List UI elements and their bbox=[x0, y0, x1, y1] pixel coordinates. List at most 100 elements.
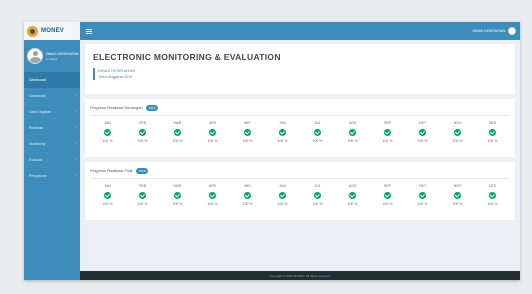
sidebar-item[interactable]: Dashboard ‹ bbox=[24, 88, 80, 104]
panel-badge[interactable]: 2019 bbox=[145, 104, 159, 111]
progress-value: 100 % bbox=[137, 202, 148, 206]
progress-value: 100 % bbox=[137, 139, 148, 143]
month-cell: FEB 100 % bbox=[125, 121, 160, 143]
progress-value: 100 % bbox=[277, 202, 288, 206]
check-circle-icon bbox=[314, 129, 321, 136]
progress-value: 100 % bbox=[347, 202, 358, 206]
check-circle-icon bbox=[279, 129, 286, 136]
check-circle-icon bbox=[209, 192, 216, 199]
check-circle-icon bbox=[349, 192, 356, 199]
project-name[interactable]: DINAS KESEHATAN bbox=[98, 68, 135, 73]
check-circle-icon bbox=[489, 129, 496, 136]
month-cell: NOV 100 % bbox=[440, 184, 475, 206]
sidebar-item-label: Dashboard bbox=[29, 94, 47, 98]
month-label: FEB bbox=[139, 184, 146, 188]
check-circle-icon bbox=[244, 192, 251, 199]
panel-title: Progress Realisasi Fisik bbox=[90, 168, 133, 173]
sidebar-item[interactable]: Pengaturan ‹ bbox=[24, 168, 80, 184]
sidebar-item-label: Monitoring bbox=[29, 142, 46, 146]
sidebar-item[interactable]: Realisasi ‹ bbox=[24, 120, 80, 136]
sidebar-item[interactable]: Data Kegiatan ‹ bbox=[24, 104, 80, 120]
check-circle-icon bbox=[209, 129, 216, 136]
progress-value: 100 % bbox=[242, 139, 253, 143]
main-content: ELECTRONIC MONITORING & EVALUATION DINAS… bbox=[80, 40, 520, 271]
footer: Copyright © 2019 MONEV. All rights reser… bbox=[80, 271, 520, 280]
chevron-left-icon: ‹ bbox=[74, 110, 76, 114]
page-title: ELECTRONIC MONITORING & EVALUATION bbox=[93, 52, 281, 62]
month-cell: JAN 100 % bbox=[90, 184, 125, 206]
month-cell: MEI 100 % bbox=[230, 184, 265, 206]
month-label: APR bbox=[208, 121, 217, 125]
progress-value: 100 % bbox=[102, 202, 113, 206]
chevron-left-icon: ‹ bbox=[74, 126, 76, 130]
check-circle-icon bbox=[454, 192, 461, 199]
user-panel: DINAS KESEHATAN ● Online bbox=[24, 40, 80, 72]
progress-value: 100 % bbox=[207, 139, 218, 143]
progress-value: 100 % bbox=[172, 202, 183, 206]
sidebar-item[interactable]: Evaluasi ‹ bbox=[24, 152, 80, 168]
month-label: JUN bbox=[279, 184, 286, 188]
check-circle-icon bbox=[139, 192, 146, 199]
month-cell: NOV 100 % bbox=[440, 121, 475, 143]
progress-value: 100 % bbox=[277, 139, 288, 143]
progress-value: 100 % bbox=[172, 139, 183, 143]
sidebar-item-label: Evaluasi bbox=[29, 158, 43, 162]
month-label: OKT bbox=[418, 121, 427, 125]
check-circle-icon bbox=[419, 192, 426, 199]
month-cell: DES 100 % bbox=[475, 121, 510, 143]
progress-value: 100 % bbox=[382, 139, 393, 143]
progress-value: 100 % bbox=[312, 139, 323, 143]
sidebar-item-label: Pengaturan bbox=[29, 174, 48, 178]
month-cell: JUN 100 % bbox=[265, 121, 300, 143]
month-label: JUL bbox=[314, 121, 321, 125]
progress-value: 100 % bbox=[242, 202, 253, 206]
topbar-user-name: DINAS KESEHATAN bbox=[472, 29, 505, 33]
check-circle-icon bbox=[384, 192, 391, 199]
sidebar-item[interactable]: Monitoring ‹ bbox=[24, 136, 80, 152]
check-circle-icon bbox=[104, 129, 111, 136]
month-cell: OKT 100 % bbox=[405, 184, 440, 206]
progress-value: 100 % bbox=[312, 202, 323, 206]
check-circle-icon bbox=[454, 129, 461, 136]
month-cell: FEB 100 % bbox=[125, 184, 160, 206]
check-circle-icon bbox=[384, 129, 391, 136]
check-circle-icon bbox=[279, 192, 286, 199]
check-circle-icon bbox=[419, 129, 426, 136]
sidebar-item[interactable]: Dashboard bbox=[24, 72, 80, 88]
month-cell: OKT 100 % bbox=[405, 121, 440, 143]
check-circle-icon bbox=[174, 192, 181, 199]
brand-logo[interactable]: MONEV bbox=[24, 22, 80, 40]
month-label: JAN bbox=[104, 121, 111, 125]
chevron-left-icon: ‹ bbox=[74, 94, 76, 98]
progress-value: 100 % bbox=[102, 139, 113, 143]
chevron-left-icon: ‹ bbox=[74, 174, 76, 178]
month-cell: AGS 100 % bbox=[335, 184, 370, 206]
progress-panel: Progress Realisasi Keuangan 2019 JAN 100 … bbox=[85, 99, 515, 157]
app-window: MONEV DINAS KESEHATAN ● Online Dashboard… bbox=[24, 22, 520, 280]
month-cell: MAR 100 % bbox=[160, 121, 195, 143]
menu-toggle-icon[interactable] bbox=[86, 28, 92, 34]
progress-value: 100 % bbox=[382, 202, 393, 206]
page-header: ELECTRONIC MONITORING & EVALUATION DINAS… bbox=[85, 44, 515, 94]
month-grid: JAN 100 % FEB 100 % MAR 100 % APR 100 % MEI 100 %… bbox=[90, 184, 510, 206]
brand-name: MONEV bbox=[41, 28, 65, 34]
panel-badge[interactable]: 2019 bbox=[135, 167, 149, 174]
month-label: JAN bbox=[104, 184, 111, 188]
check-circle-icon bbox=[349, 129, 356, 136]
month-cell: DES 100 % bbox=[475, 184, 510, 206]
logo-icon bbox=[27, 25, 38, 37]
sidebar: MONEV DINAS KESEHATAN ● Online Dashboard… bbox=[24, 22, 80, 280]
month-cell: APR 100 % bbox=[195, 184, 230, 206]
user-menu[interactable]: DINAS KESEHATAN bbox=[473, 27, 516, 35]
month-label: NOV bbox=[453, 121, 462, 125]
sidebar-nav: Dashboard Dashboard ‹ Data Kegiatan ‹ Realisa… bbox=[24, 72, 80, 184]
sidebar-item-label: Realisasi bbox=[29, 126, 44, 130]
month-cell: SEP 100 % bbox=[370, 121, 405, 143]
panel-title: Progress Realisasi Keuangan bbox=[90, 105, 143, 110]
month-label: NOV bbox=[453, 184, 462, 188]
month-cell: SEP 100 % bbox=[370, 184, 405, 206]
month-cell: MAR 100 % bbox=[160, 184, 195, 206]
month-label: MAR bbox=[173, 184, 182, 188]
month-cell: AGS 100 % bbox=[335, 121, 370, 143]
user-name: DINAS KESEHATAN bbox=[46, 51, 79, 56]
